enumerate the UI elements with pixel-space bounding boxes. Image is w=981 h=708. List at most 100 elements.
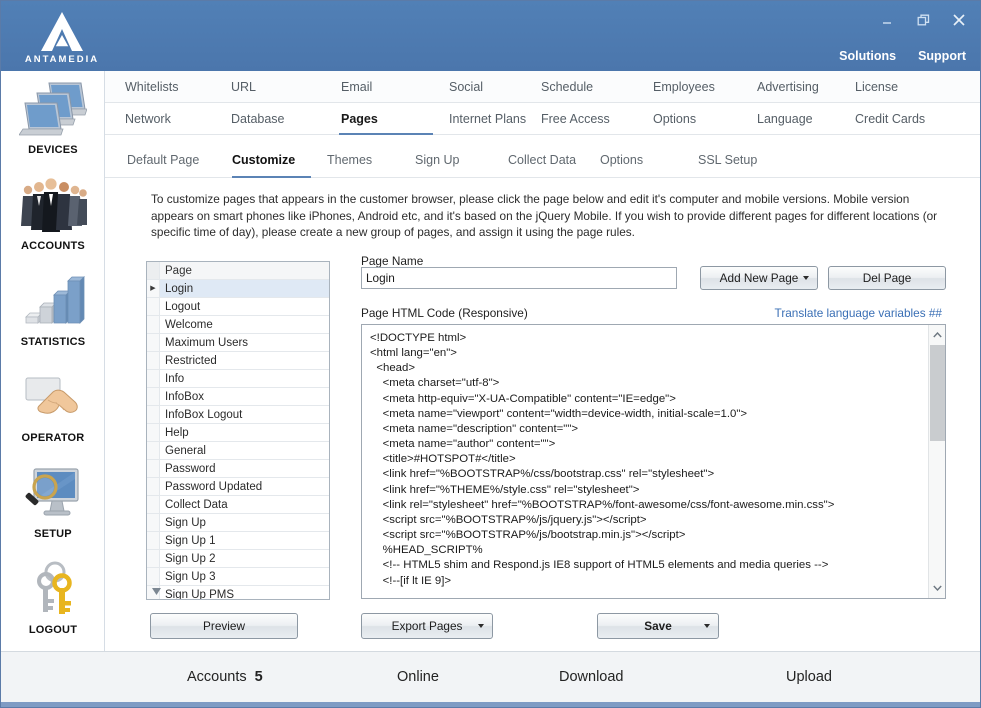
- page-list-item[interactable]: Sign Up 1: [147, 532, 329, 550]
- page-list-item[interactable]: InfoBox: [147, 388, 329, 406]
- solutions-link[interactable]: Solutions: [839, 49, 896, 63]
- close-button[interactable]: [948, 10, 970, 30]
- nav-tab-internet-plans[interactable]: Internet Plans: [447, 103, 539, 134]
- nav-tab-employees[interactable]: Employees: [651, 71, 755, 102]
- status-item-label: Upload: [786, 669, 832, 685]
- monitor-magnifier-icon: [17, 460, 89, 526]
- subtab-sign-up[interactable]: Sign Up: [415, 142, 508, 177]
- code-scrollbar-thumb[interactable]: [930, 345, 945, 441]
- page-name-input[interactable]: [361, 267, 677, 289]
- page-list-item-label: Sign Up: [165, 516, 206, 529]
- page-list-item[interactable]: ▶ Login: [147, 280, 329, 298]
- chevron-down-icon[interactable]: [478, 624, 484, 628]
- row-gutter: [147, 370, 160, 387]
- row-gutter: [147, 262, 160, 279]
- sidebar-item-accounts[interactable]: ACCOUNTS: [1, 167, 105, 263]
- sidebar-item-devices[interactable]: DEVICES: [1, 71, 105, 167]
- page-list-item[interactable]: General: [147, 442, 329, 460]
- subtab-options[interactable]: Options: [600, 142, 698, 177]
- subtab-default-page[interactable]: Default Page: [127, 142, 232, 177]
- nav-tab-url[interactable]: URL: [229, 71, 339, 102]
- sidebar-item-statistics[interactable]: STATISTICS: [1, 263, 105, 359]
- status-item-upload[interactable]: Upload: [786, 669, 832, 685]
- del-page-button[interactable]: Del Page: [828, 266, 946, 290]
- chevron-down-icon[interactable]: [704, 624, 710, 628]
- add-new-page-label: Add New Page: [719, 271, 799, 285]
- chevron-down-icon[interactable]: [803, 276, 809, 280]
- status-item-accounts[interactable]: Accounts 5: [187, 669, 263, 685]
- sidebar-label-devices: DEVICES: [28, 144, 78, 156]
- nav-tab-label: Network: [125, 111, 171, 126]
- page-list-item[interactable]: Logout: [147, 298, 329, 316]
- minimize-button[interactable]: [876, 10, 898, 30]
- code-scroll-up-arrow[interactable]: [929, 327, 946, 343]
- sidebar-item-logout[interactable]: LOGOUT: [1, 551, 105, 647]
- sidebar-item-operator[interactable]: OPERATOR: [1, 359, 105, 455]
- subtab-label: Collect Data: [508, 152, 577, 167]
- html-code-editor[interactable]: <!DOCTYPE html> <html lang="en"> <head> …: [361, 324, 946, 599]
- page-list-item[interactable]: Info: [147, 370, 329, 388]
- page-list-item[interactable]: Restricted: [147, 352, 329, 370]
- subtab-collect-data[interactable]: Collect Data: [508, 142, 600, 177]
- page-list-item[interactable]: Maximum Users: [147, 334, 329, 352]
- page-list-item[interactable]: Sign Up: [147, 514, 329, 532]
- sidebar-label-setup: SETUP: [34, 528, 72, 540]
- nav-tab-credit-cards[interactable]: Credit Cards: [853, 103, 953, 134]
- save-label: Save: [644, 619, 672, 633]
- nav-tab-email[interactable]: Email: [339, 71, 447, 102]
- page-list-item[interactable]: Welcome: [147, 316, 329, 334]
- sidebar-item-setup[interactable]: SETUP: [1, 455, 105, 551]
- nav-tab-free-access[interactable]: Free Access: [539, 103, 651, 134]
- nav-tab-schedule[interactable]: Schedule: [539, 71, 651, 102]
- nav-tab-whitelists[interactable]: Whitelists: [123, 71, 229, 102]
- page-list-item[interactable]: Collect Data: [147, 496, 329, 514]
- scroll-up-arrow[interactable]: [148, 599, 164, 600]
- preview-label: Preview: [203, 619, 245, 633]
- nav-tab-label: Advertising: [757, 79, 819, 94]
- page-list-item[interactable]: Help: [147, 424, 329, 442]
- page-list-item-label: Maximum Users: [165, 336, 249, 349]
- row-gutter: [147, 550, 160, 567]
- antamedia-logo: ANTAMEDIA: [13, 3, 111, 69]
- page-list-item[interactable]: Sign Up 3: [147, 568, 329, 586]
- scroll-down-arrow[interactable]: [148, 583, 164, 599]
- nav-tab-label: Internet Plans: [449, 111, 527, 126]
- translate-language-variables-link[interactable]: Translate language variables ##: [775, 306, 942, 320]
- status-item-download[interactable]: Download: [559, 669, 624, 685]
- nav-tab-social[interactable]: Social: [447, 71, 539, 102]
- nav-tab-advertising[interactable]: Advertising: [755, 71, 853, 102]
- page-list[interactable]: Page ▶ Login Logout Welcome Maximum Users Rest…: [146, 261, 330, 600]
- save-button[interactable]: Save: [597, 613, 719, 639]
- preview-button[interactable]: Preview: [150, 613, 298, 639]
- page-list-item[interactable]: Password: [147, 460, 329, 478]
- subtab-customize[interactable]: Customize: [232, 142, 327, 178]
- row-gutter: [147, 388, 160, 405]
- nav-tab-pages[interactable]: Pages: [339, 103, 447, 135]
- nav-tab-license[interactable]: License: [853, 71, 953, 102]
- html-code-text[interactable]: <!DOCTYPE html> <html lang="en"> <head> …: [362, 325, 928, 598]
- status-item-online[interactable]: Online: [397, 669, 439, 685]
- support-link[interactable]: Support: [918, 49, 966, 63]
- nav-tab-label: Language: [757, 111, 813, 126]
- add-new-page-button[interactable]: Add New Page: [700, 266, 818, 290]
- page-list-item[interactable]: Sign Up 2: [147, 550, 329, 568]
- nav-tab-database[interactable]: Database: [229, 103, 339, 134]
- page-list-item[interactable]: Sign Up PMS: [147, 586, 329, 599]
- restore-button[interactable]: [912, 10, 934, 30]
- sidebar-label-logout: LOGOUT: [28, 624, 78, 636]
- page-list-item[interactable]: Password Updated: [147, 478, 329, 496]
- nav-tab-language[interactable]: Language: [755, 103, 853, 134]
- page-list-item-label: Help: [165, 426, 189, 439]
- export-pages-button[interactable]: Export Pages: [361, 613, 493, 639]
- subtab-themes[interactable]: Themes: [327, 142, 415, 177]
- nav-tab-options[interactable]: Options: [651, 103, 755, 134]
- code-scroll-down-arrow[interactable]: [929, 580, 946, 596]
- code-scrollbar[interactable]: [928, 325, 945, 598]
- bar-chart-icon: [17, 268, 89, 334]
- nav-tab-label: Options: [653, 111, 697, 126]
- page-list-item-label: General: [165, 444, 206, 457]
- nav-tab-network[interactable]: Network: [123, 103, 229, 134]
- subtab-ssl-setup[interactable]: SSL Setup: [698, 142, 788, 177]
- page-list-item[interactable]: InfoBox Logout: [147, 406, 329, 424]
- nav-tab-label: Email: [341, 79, 373, 94]
